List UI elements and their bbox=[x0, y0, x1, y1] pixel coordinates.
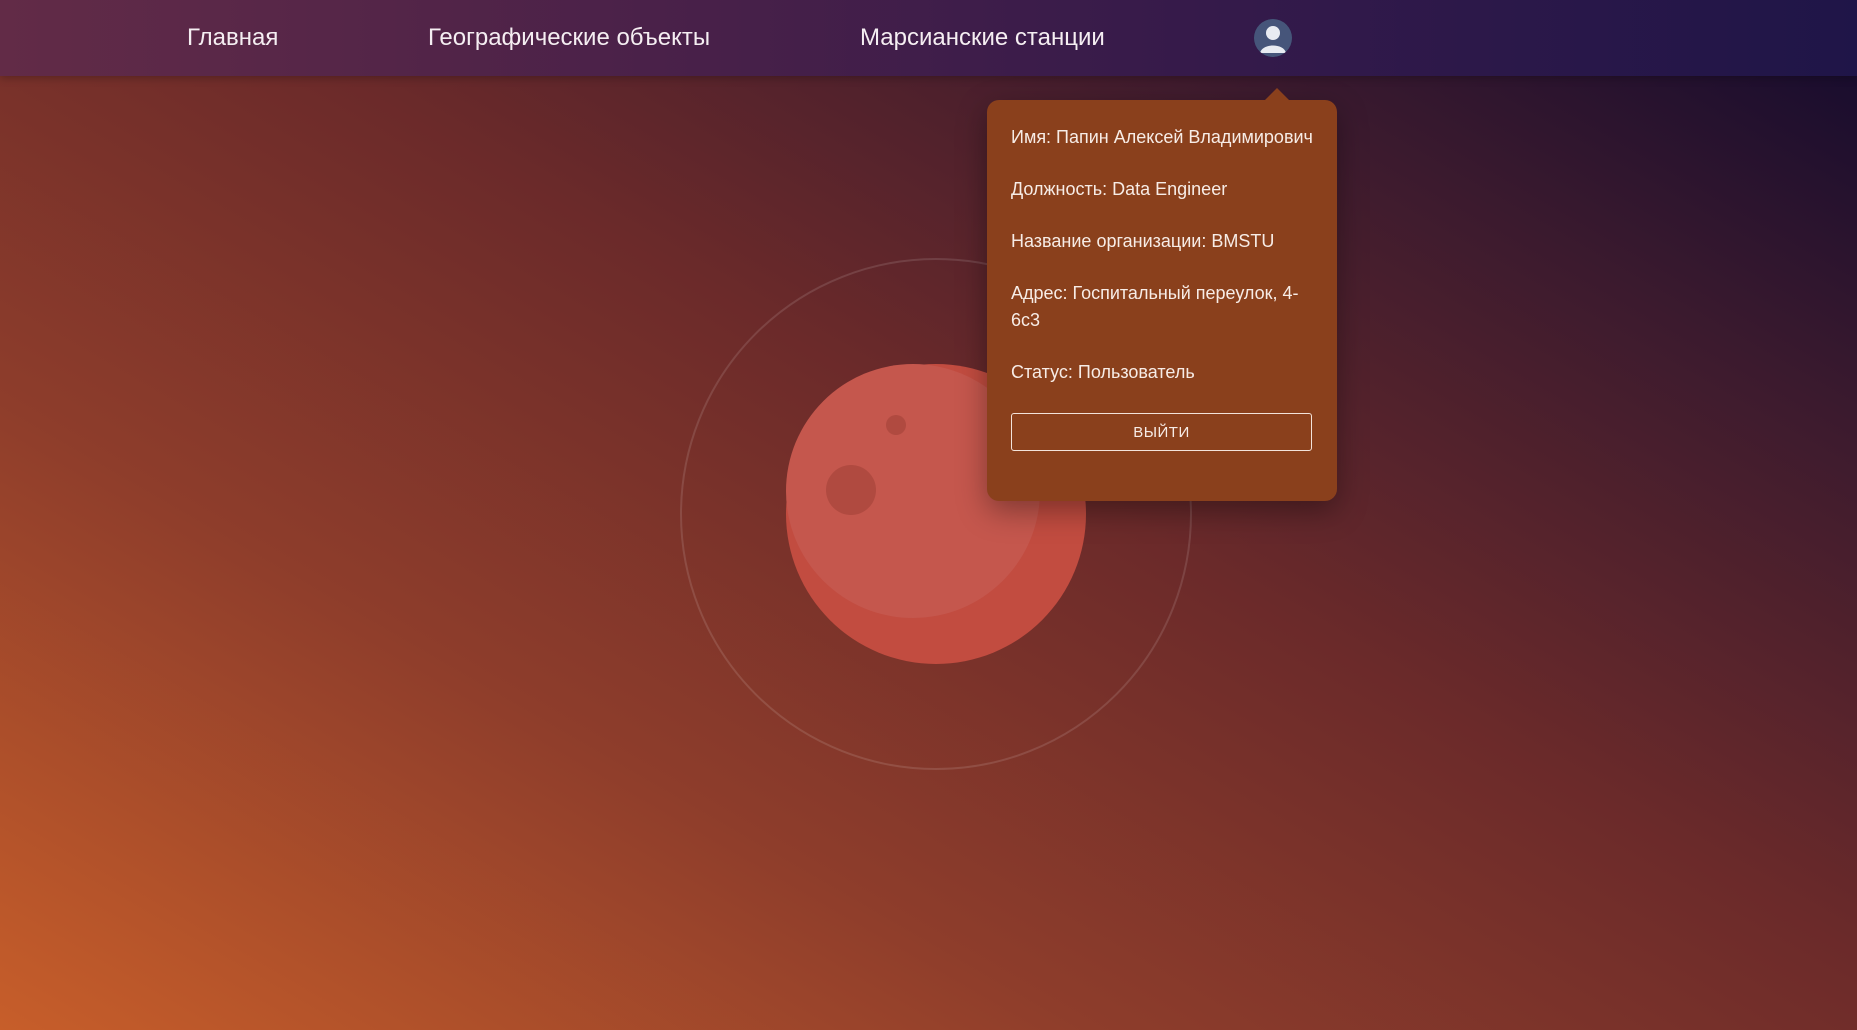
profile-position: Должность: Data Engineer bbox=[1011, 179, 1228, 199]
planet-crater-large bbox=[826, 465, 876, 515]
profile-organization: Название организации: BMSTU bbox=[1011, 231, 1275, 251]
nav-link-geographic-objects[interactable]: Географические объекты bbox=[428, 0, 710, 76]
nav-link-martian-stations[interactable]: Марсианские станции bbox=[860, 0, 1105, 76]
profile-name: Имя: Папин Алексей Владимирович bbox=[1011, 127, 1313, 147]
user-silhouette-icon bbox=[1254, 19, 1292, 57]
profile-status: Статус: Пользователь bbox=[1011, 362, 1195, 382]
user-profile-popup: Имя: Папин Алексей Владимирович Должност… bbox=[987, 88, 1337, 501]
nav-link-home[interactable]: Главная bbox=[187, 0, 278, 76]
planet-crater-small bbox=[886, 415, 906, 435]
logout-button[interactable]: ВЫЙТИ bbox=[1011, 413, 1312, 451]
user-avatar-icon[interactable] bbox=[1254, 19, 1292, 57]
top-navbar: Главная Географические объекты Марсианск… bbox=[0, 0, 1857, 76]
profile-address: Адрес: Госпитальный переулок, 4-6с3 bbox=[1011, 283, 1299, 330]
